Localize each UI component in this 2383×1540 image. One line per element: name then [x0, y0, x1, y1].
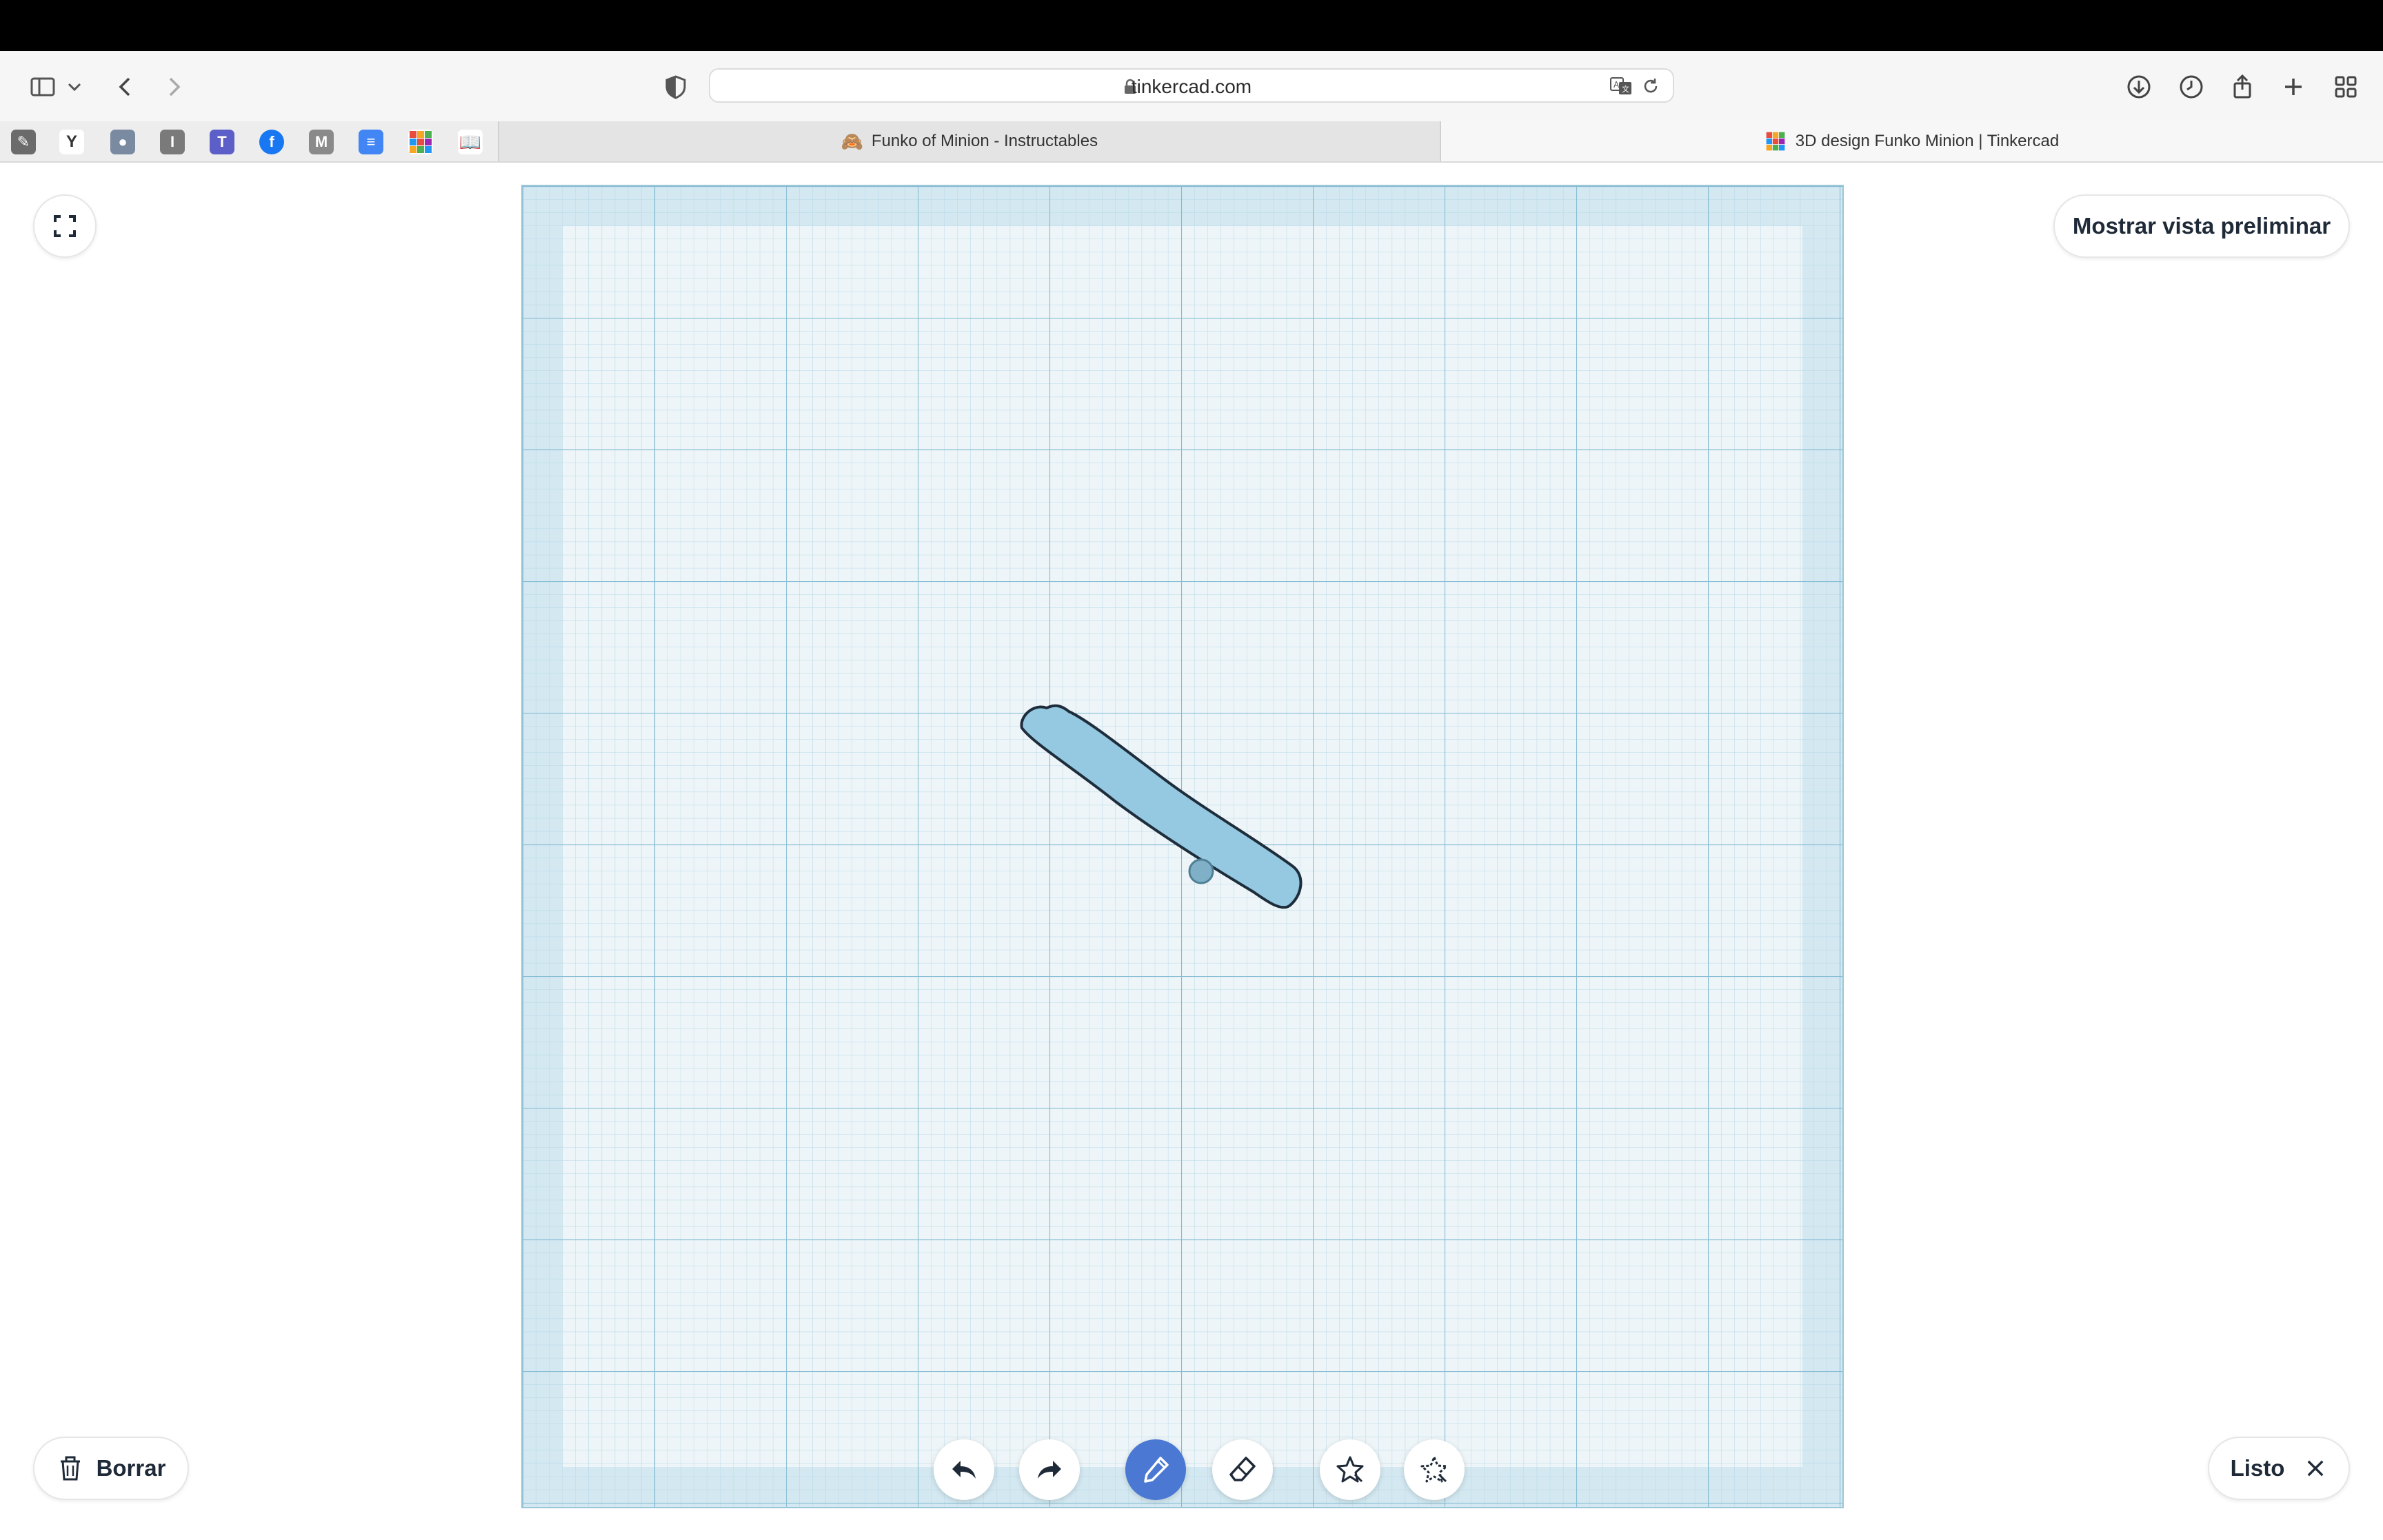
back-icon[interactable]: [105, 66, 146, 108]
undo-button[interactable]: [934, 1439, 994, 1500]
top-black-bar: [0, 0, 2383, 51]
undo-icon: [952, 1461, 976, 1479]
seal-icon[interactable]: ●: [110, 130, 135, 154]
shape-center-handle[interactable]: [1188, 858, 1214, 884]
tab-strip: ✎ Y ● I T f M ≡ 📖 🙈 Funko of Minion - In…: [0, 121, 2383, 163]
i-icon[interactable]: I: [160, 130, 185, 154]
svg-text:A: A: [1613, 80, 1620, 90]
reload-icon[interactable]: [1641, 77, 1660, 96]
done-button[interactable]: Listo: [2208, 1437, 2350, 1500]
trash-icon: [60, 1456, 80, 1481]
shape-add-tool-button[interactable]: [1320, 1439, 1380, 1500]
tinkercad-favicon-icon: [1766, 132, 1785, 151]
address-bar[interactable]: tinkercad.com A文: [709, 68, 1674, 103]
fullscreen-icon: [54, 215, 76, 237]
docs-icon[interactable]: ≡: [359, 130, 383, 154]
done-label: Listo: [2230, 1455, 2285, 1481]
sidebar-toggle-icon[interactable]: [22, 66, 63, 108]
tab-instructables[interactable]: 🙈 Funko of Minion - Instructables: [498, 121, 1441, 161]
url-text: tinkercad.com: [1131, 76, 1252, 97]
shape-add-icon: [1336, 1456, 1364, 1483]
privacy-shield-icon[interactable]: [655, 66, 696, 108]
tab-overview-icon[interactable]: [2325, 66, 2366, 108]
book-icon[interactable]: 📖: [458, 130, 483, 154]
shape-subtract-icon: [1420, 1456, 1448, 1483]
eraser-icon: [1229, 1457, 1256, 1481]
yale-icon[interactable]: Y: [59, 130, 84, 154]
tinkercad-icon[interactable]: [408, 130, 433, 154]
delete-label: Borrar: [96, 1455, 166, 1481]
notes-icon[interactable]: ✎: [11, 130, 36, 154]
eraser-tool-button[interactable]: [1212, 1439, 1273, 1500]
grid-lines: [523, 186, 1842, 1507]
redo-button[interactable]: [1019, 1439, 1080, 1500]
svg-text:文: 文: [1622, 84, 1629, 94]
history-clock-icon[interactable]: [2171, 66, 2212, 108]
browser-toolbar: tinkercad.com A文: [0, 51, 2383, 121]
shape-subtract-tool-button[interactable]: [1404, 1439, 1465, 1500]
delete-button[interactable]: Borrar: [33, 1437, 189, 1500]
tab-label: 3D design Funko Minion | Tinkercad: [1795, 132, 2060, 150]
redo-icon: [1038, 1461, 1061, 1479]
tab-tinkercad[interactable]: 3D design Funko Minion | Tinkercad: [1441, 121, 2383, 161]
translate-icon[interactable]: A文: [1609, 76, 1633, 97]
show-preview-button[interactable]: Mostrar vista preliminar: [2053, 194, 2350, 258]
pencil-tool-button[interactable]: [1125, 1439, 1186, 1500]
pencil-icon: [1144, 1457, 1169, 1483]
share-icon[interactable]: [2222, 66, 2263, 108]
m-icon[interactable]: M: [309, 130, 334, 154]
sketch-canvas[interactable]: [521, 185, 1844, 1508]
tab-label: Funko of Minion - Instructables: [871, 132, 1098, 150]
instructables-favicon-icon: 🙈: [841, 131, 864, 152]
teams-icon[interactable]: T: [210, 130, 234, 154]
downloads-icon[interactable]: [2118, 66, 2160, 108]
close-icon: [2308, 1460, 2324, 1477]
fullscreen-button[interactable]: [33, 194, 97, 258]
new-tab-plus-icon[interactable]: [2273, 66, 2314, 108]
facebook-icon[interactable]: f: [259, 130, 284, 154]
forward-icon[interactable]: [153, 66, 194, 108]
chevron-down-icon[interactable]: [61, 66, 88, 108]
